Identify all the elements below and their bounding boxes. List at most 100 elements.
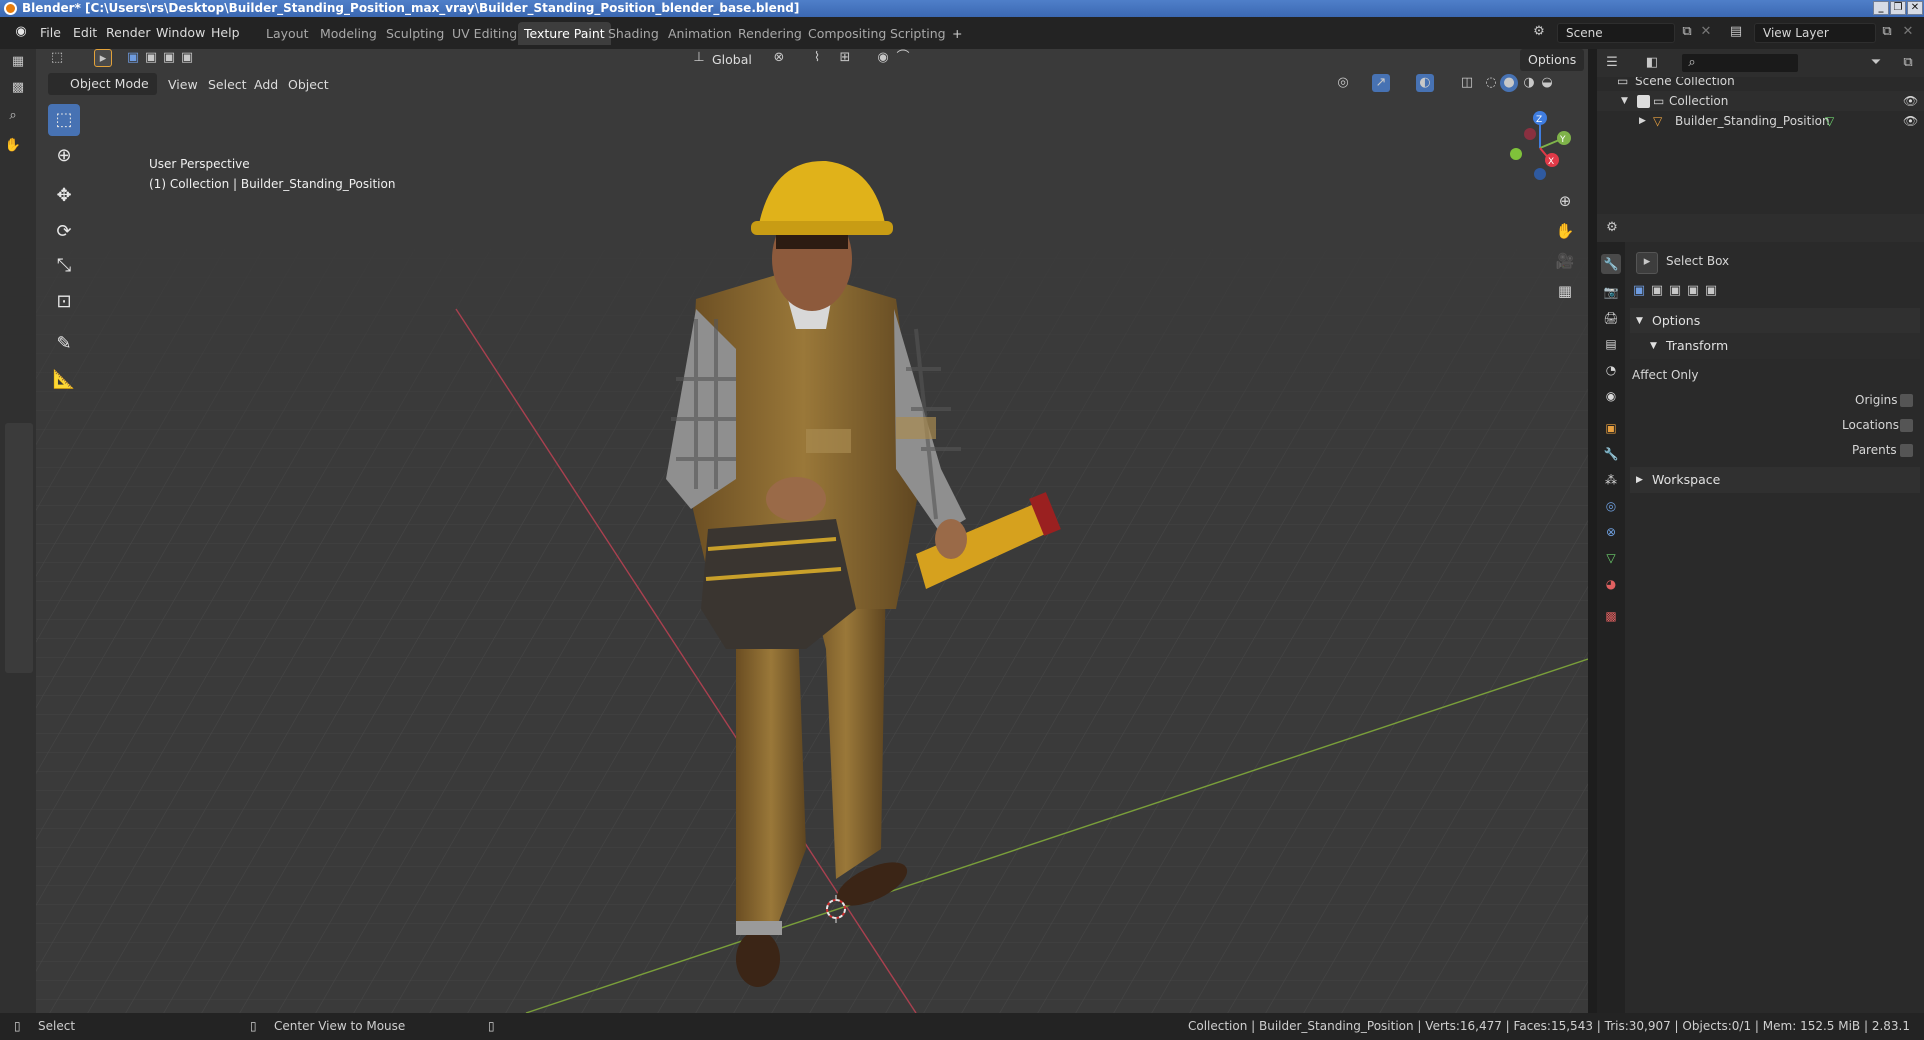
locations-checkbox[interactable] xyxy=(1900,419,1913,432)
workspace-panel-header[interactable]: ▶ Workspace xyxy=(1630,467,1920,493)
material-shading-icon[interactable]: ◑ xyxy=(1520,74,1538,92)
gizmo-toggle-icon[interactable]: ↗ xyxy=(1372,74,1390,92)
output-tab-icon[interactable]: 🖨 xyxy=(1601,308,1621,328)
menu-object[interactable]: Object xyxy=(288,77,329,92)
outliner-row-collection[interactable]: ▼ ▭ Collection 👁 xyxy=(1597,91,1924,111)
cursor-tool-icon[interactable]: ⊕ xyxy=(48,140,80,172)
properties-editor-icon[interactable]: ⚙ xyxy=(1603,219,1621,237)
3d-viewport[interactable]: User Perspective (1) Collection | Builde… xyxy=(36,49,1588,1013)
prop-mode-new-icon[interactable]: ▣ xyxy=(1630,282,1648,300)
proportional-edit-icon[interactable]: ◉ xyxy=(874,49,892,67)
object-tab-icon[interactable]: ▣ xyxy=(1601,418,1621,438)
options-dropdown[interactable]: Options xyxy=(1520,49,1585,71)
solid-shading-icon[interactable]: ● xyxy=(1500,74,1518,92)
options-panel-header[interactable]: ▼ Options xyxy=(1630,308,1920,334)
orientation-icon[interactable]: ⊥ xyxy=(690,49,708,67)
transform-subpanel-header[interactable]: ▼ Transform xyxy=(1630,333,1920,359)
navigation-gizmo[interactable]: Z Y X xyxy=(1498,108,1578,188)
object-mode-dropdown[interactable]: Object Mode xyxy=(48,73,157,95)
pan-hand-icon[interactable]: ✋ xyxy=(4,137,22,155)
prop-mode-intersect-icon[interactable]: ▣ xyxy=(1702,282,1720,300)
image-editor-scroll[interactable] xyxy=(5,423,33,673)
pivot-icon[interactable]: ⊗ xyxy=(770,49,788,67)
maximize-button[interactable]: ❐ xyxy=(1890,1,1906,15)
snap-target-icon[interactable]: ⊞ xyxy=(836,49,854,67)
minimize-button[interactable]: _ xyxy=(1873,1,1889,15)
menu-view[interactable]: View xyxy=(168,77,198,92)
camera-view-icon[interactable]: 🎥 xyxy=(1552,248,1578,274)
tab-compositing[interactable]: Compositing xyxy=(802,22,892,45)
physics-tab-icon[interactable]: ◎ xyxy=(1601,496,1621,516)
scale-tool-icon[interactable]: ⤡ xyxy=(48,250,80,282)
scene-icon[interactable]: ⚙ xyxy=(1530,23,1548,41)
prop-mode-subtract-icon[interactable]: ▣ xyxy=(1666,282,1684,300)
scene-tab-icon[interactable]: ◔ xyxy=(1601,360,1621,380)
editor-type-icon[interactable]: ▦ xyxy=(9,53,27,71)
tool-tab-icon[interactable]: 🔧 xyxy=(1601,254,1621,274)
material-tab-icon[interactable]: ◕ xyxy=(1601,574,1621,594)
menu-add[interactable]: Add xyxy=(254,77,278,92)
mode-new-icon[interactable]: ▣ xyxy=(124,49,142,67)
parents-checkbox[interactable] xyxy=(1900,444,1913,457)
view-layer-field[interactable]: View Layer xyxy=(1754,23,1876,43)
tab-scripting[interactable]: Scripting xyxy=(884,22,952,45)
prop-mode-difference-icon[interactable]: ▣ xyxy=(1684,282,1702,300)
new-view-layer-icon[interactable]: ⧉ xyxy=(1878,23,1896,41)
expand-collection-icon[interactable]: ▼ xyxy=(1621,91,1628,111)
mode-intersect-icon[interactable]: ▣ xyxy=(178,49,196,67)
xray-icon[interactable]: ◫ xyxy=(1458,74,1476,92)
modifier-tab-icon[interactable]: 🔧 xyxy=(1601,444,1621,464)
transform-tool-icon[interactable]: ⊡ xyxy=(48,286,80,318)
texture-paint-icon[interactable]: ▩ xyxy=(9,79,27,97)
constraints-tab-icon[interactable]: ⊗ xyxy=(1601,522,1621,542)
view-layer-icon[interactable]: ▤ xyxy=(1727,23,1745,41)
texture-tab-icon[interactable]: ▩ xyxy=(1601,606,1621,626)
visibility-icon[interactable]: ◎ xyxy=(1334,74,1352,92)
delete-scene-icon[interactable]: ✕ xyxy=(1697,23,1715,41)
tab-sculpting[interactable]: Sculpting xyxy=(380,22,450,45)
tab-rendering[interactable]: Rendering xyxy=(732,22,808,45)
display-mode-icon[interactable]: ◧ xyxy=(1643,54,1661,72)
snap-icon[interactable]: ⌇ xyxy=(808,49,826,67)
collection-visibility-icon[interactable]: 👁 xyxy=(1903,91,1918,111)
outliner-row-builder[interactable]: ▶ ▽ Builder_Standing_Position ▽ 👁 xyxy=(1597,111,1924,131)
render-tab-icon[interactable]: 📷 xyxy=(1601,282,1621,302)
filter-icon[interactable]: ⏷ xyxy=(1867,54,1885,72)
new-scene-icon[interactable]: ⧉ xyxy=(1678,23,1696,41)
zoom-icon[interactable]: ⌕ xyxy=(4,107,22,125)
tab-layout[interactable]: Layout xyxy=(260,22,315,45)
outliner-editor-icon[interactable]: ☰ xyxy=(1603,54,1621,72)
zoom-view-icon[interactable]: ⊕ xyxy=(1552,188,1578,214)
menu-window[interactable]: Window xyxy=(156,25,205,40)
editor-3d-icon[interactable]: ⬚ xyxy=(48,49,66,67)
add-workspace-button[interactable]: + xyxy=(946,22,968,45)
tab-modeling[interactable]: Modeling xyxy=(314,22,383,45)
prop-mode-extend-icon[interactable]: ▣ xyxy=(1648,282,1666,300)
view-layer-tab-icon[interactable]: ▤ xyxy=(1601,334,1621,354)
new-collection-icon[interactable]: ⧉ xyxy=(1899,54,1917,72)
ortho-toggle-icon[interactable]: ▦ xyxy=(1552,278,1578,304)
expand-object-icon[interactable]: ▶ xyxy=(1639,111,1646,131)
pan-view-icon[interactable]: ✋ xyxy=(1552,218,1578,244)
transform-orientation-dropdown[interactable]: Global xyxy=(712,52,752,67)
tab-texture-paint[interactable]: Texture Paint xyxy=(518,22,611,45)
menu-file[interactable]: File xyxy=(40,25,61,40)
select-box-tool-icon[interactable]: ▸ xyxy=(94,49,112,67)
close-button[interactable]: ✕ xyxy=(1907,1,1923,15)
annotate-tool-icon[interactable]: ✎ xyxy=(48,328,80,360)
rotate-tool-icon[interactable]: ⟳ xyxy=(48,216,80,248)
particles-tab-icon[interactable]: ⁂ xyxy=(1601,470,1621,490)
mode-subtract-icon[interactable]: ▣ xyxy=(160,49,178,67)
tab-uv-editing[interactable]: UV Editing xyxy=(446,22,523,45)
object-visibility-icon[interactable]: 👁 xyxy=(1903,111,1918,131)
menu-render[interactable]: Render xyxy=(106,25,151,40)
falloff-icon[interactable]: ⌒ xyxy=(894,49,912,67)
measure-tool-icon[interactable]: 📐 xyxy=(48,364,80,396)
mode-extend-icon[interactable]: ▣ xyxy=(142,49,160,67)
tab-shading[interactable]: Shading xyxy=(602,22,665,45)
rendered-shading-icon[interactable]: ◒ xyxy=(1538,74,1556,92)
origins-checkbox[interactable] xyxy=(1900,394,1913,407)
blender-menu-icon[interactable]: ◉ xyxy=(12,23,30,41)
tab-animation[interactable]: Animation xyxy=(662,22,738,45)
move-tool-icon[interactable]: ✥ xyxy=(48,180,80,212)
